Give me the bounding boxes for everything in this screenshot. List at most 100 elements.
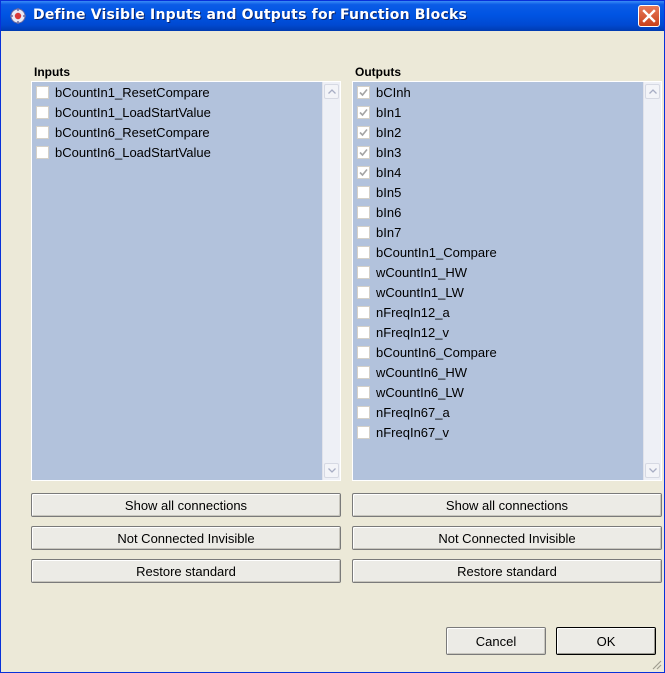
close-icon bbox=[642, 9, 656, 23]
checkmark-icon bbox=[359, 168, 368, 176]
chevron-up-icon bbox=[328, 89, 336, 94]
checkbox[interactable] bbox=[357, 325, 370, 339]
list-item-label: nFreqIn67_a bbox=[376, 404, 450, 420]
output-list-item[interactable]: bCountIn6_Compare bbox=[353, 342, 497, 362]
list-item-label: bIn5 bbox=[376, 184, 402, 200]
output-list-item[interactable]: bIn1 bbox=[353, 102, 497, 122]
checkmark-icon bbox=[359, 148, 368, 156]
checkbox[interactable] bbox=[357, 425, 370, 439]
outputs-restore-standard-button[interactable]: Restore standard bbox=[352, 559, 662, 583]
scroll-up-button[interactable] bbox=[645, 84, 660, 99]
checkbox[interactable] bbox=[357, 365, 370, 379]
list-item-label: bCountIn6_Compare bbox=[376, 344, 497, 360]
checkbox[interactable] bbox=[357, 305, 370, 319]
checkbox[interactable] bbox=[357, 285, 370, 299]
checkbox[interactable] bbox=[36, 145, 49, 159]
list-item-label: bIn2 bbox=[376, 124, 402, 140]
outputs-not-connected-invisible-button[interactable]: Not Connected Invisible bbox=[352, 526, 662, 550]
checkbox[interactable] bbox=[357, 265, 370, 279]
dialog-window: Define Visible Inputs and Outputs for Fu… bbox=[0, 0, 665, 673]
output-list-item[interactable]: bIn3 bbox=[353, 142, 497, 162]
outputs-scrollbar[interactable] bbox=[643, 82, 661, 480]
list-item-label: nFreqIn12_a bbox=[376, 304, 450, 320]
list-item-label: nFreqIn67_v bbox=[376, 424, 449, 440]
list-item-label: bCountIn1_LoadStartValue bbox=[55, 104, 211, 120]
list-item-label: wCountIn6_LW bbox=[376, 384, 464, 400]
output-list-item[interactable]: nFreqIn67_v bbox=[353, 422, 497, 442]
checkbox[interactable] bbox=[357, 85, 370, 99]
checkbox[interactable] bbox=[36, 125, 49, 139]
window-title: Define Visible Inputs and Outputs for Fu… bbox=[33, 7, 468, 23]
output-list-item[interactable]: bCountIn1_Compare bbox=[353, 242, 497, 262]
checkmark-icon bbox=[359, 128, 368, 136]
checkbox[interactable] bbox=[36, 105, 49, 119]
list-item-label: wCountIn1_HW bbox=[376, 264, 468, 280]
outputs-list[interactable]: bCInh bIn1 bIn2 bIn3 bIn4 bIn5 bIn6 bIn7 bCountI… bbox=[352, 81, 662, 481]
list-item-label: bIn6 bbox=[376, 204, 402, 220]
output-list-item[interactable]: nFreqIn12_v bbox=[353, 322, 497, 342]
input-list-item[interactable]: bCountIn1_ResetCompare bbox=[32, 82, 211, 102]
checkbox[interactable] bbox=[36, 85, 49, 99]
chevron-down-icon bbox=[649, 468, 657, 473]
checkbox[interactable] bbox=[357, 405, 370, 419]
title-bar[interactable]: Define Visible Inputs and Outputs for Fu… bbox=[1, 1, 664, 31]
list-item-label: bCountIn1_ResetCompare bbox=[55, 84, 210, 100]
list-item-label: bIn1 bbox=[376, 104, 402, 120]
output-list-item[interactable]: nFreqIn12_a bbox=[353, 302, 497, 322]
checkbox[interactable] bbox=[357, 385, 370, 399]
checkbox[interactable] bbox=[357, 245, 370, 259]
list-item-label: bIn3 bbox=[376, 144, 402, 160]
checkbox[interactable] bbox=[357, 205, 370, 219]
checkbox[interactable] bbox=[357, 145, 370, 159]
list-item-label: bIn7 bbox=[376, 224, 402, 240]
checkmark-icon bbox=[359, 88, 368, 96]
output-list-item[interactable]: wCountIn1_HW bbox=[353, 262, 497, 282]
inputs-list[interactable]: bCountIn1_ResetCompare bCountIn1_LoadStar… bbox=[31, 81, 341, 481]
checkbox[interactable] bbox=[357, 345, 370, 359]
outputs-label: Outputs bbox=[355, 65, 401, 79]
resize-grip-icon[interactable] bbox=[650, 658, 662, 670]
inputs-show-all-button[interactable]: Show all connections bbox=[31, 493, 341, 517]
list-item-label: bCountIn6_ResetCompare bbox=[55, 124, 210, 140]
list-item-label: bCInh bbox=[376, 84, 411, 100]
checkbox[interactable] bbox=[357, 105, 370, 119]
list-item-label: wCountIn6_HW bbox=[376, 364, 468, 380]
input-list-item[interactable]: bCountIn6_ResetCompare bbox=[32, 122, 211, 142]
list-item-label: wCountIn1_LW bbox=[376, 284, 464, 300]
inputs-scrollbar[interactable] bbox=[322, 82, 340, 480]
output-list-item[interactable]: wCountIn6_LW bbox=[353, 382, 497, 402]
scroll-down-button[interactable] bbox=[324, 463, 339, 478]
inputs-restore-standard-button[interactable]: Restore standard bbox=[31, 559, 341, 583]
checkbox[interactable] bbox=[357, 185, 370, 199]
output-list-item[interactable]: wCountIn6_HW bbox=[353, 362, 497, 382]
checkmark-icon bbox=[359, 108, 368, 116]
output-list-item[interactable]: bIn7 bbox=[353, 222, 497, 242]
scroll-down-button[interactable] bbox=[645, 463, 660, 478]
output-list-item[interactable]: bIn6 bbox=[353, 202, 497, 222]
list-item-label: bCountIn6_LoadStartValue bbox=[55, 144, 211, 160]
checkbox[interactable] bbox=[357, 125, 370, 139]
inputs-not-connected-invisible-button[interactable]: Not Connected Invisible bbox=[31, 526, 341, 550]
output-list-item[interactable]: nFreqIn67_a bbox=[353, 402, 497, 422]
cancel-button[interactable]: Cancel bbox=[446, 627, 546, 655]
output-list-item[interactable]: bIn4 bbox=[353, 162, 497, 182]
chevron-up-icon bbox=[649, 89, 657, 94]
scroll-up-button[interactable] bbox=[324, 84, 339, 99]
chevron-down-icon bbox=[328, 468, 336, 473]
checkbox[interactable] bbox=[357, 225, 370, 239]
output-list-item[interactable]: bIn5 bbox=[353, 182, 497, 202]
close-button[interactable] bbox=[638, 5, 660, 27]
output-list-item[interactable]: bCInh bbox=[353, 82, 497, 102]
ok-button[interactable]: OK bbox=[556, 627, 656, 655]
list-item-label: bIn4 bbox=[376, 164, 402, 180]
output-list-item[interactable]: wCountIn1_LW bbox=[353, 282, 497, 302]
outputs-show-all-button[interactable]: Show all connections bbox=[352, 493, 662, 517]
inputs-label: Inputs bbox=[34, 65, 70, 79]
input-list-item[interactable]: bCountIn1_LoadStartValue bbox=[32, 102, 211, 122]
list-item-label: nFreqIn12_v bbox=[376, 324, 449, 340]
checkbox[interactable] bbox=[357, 165, 370, 179]
list-item-label: bCountIn1_Compare bbox=[376, 244, 497, 260]
settings-app-icon bbox=[9, 7, 27, 25]
output-list-item[interactable]: bIn2 bbox=[353, 122, 497, 142]
input-list-item[interactable]: bCountIn6_LoadStartValue bbox=[32, 142, 211, 162]
